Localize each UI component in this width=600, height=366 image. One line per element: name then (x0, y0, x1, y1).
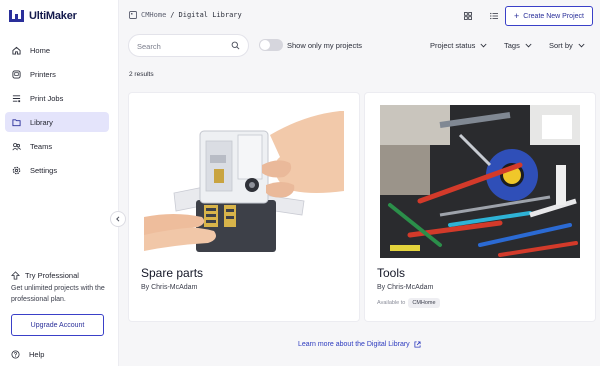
list-view-button[interactable] (488, 10, 500, 22)
my-projects-toggle[interactable] (259, 39, 283, 51)
logo[interactable]: UltiMaker (9, 10, 77, 22)
gear-icon (11, 165, 21, 175)
brand-name: UltiMaker (29, 10, 77, 22)
sidebar-item-label: Print Jobs (30, 93, 64, 103)
project-card-tools[interactable]: Tools By Chris-McAdam Available to CMHom… (365, 93, 595, 321)
project-title: Spare parts (141, 266, 204, 280)
plus-icon: + (514, 10, 520, 21)
upgrade-arrow-icon (11, 271, 20, 280)
learn-more-label: Learn more about the Digital Library (298, 341, 410, 348)
breadcrumb-separator: / (170, 11, 175, 19)
search-input[interactable] (137, 40, 229, 52)
external-link-icon (414, 341, 421, 348)
search-field (128, 34, 249, 57)
project-status-label: Project status (430, 41, 476, 50)
ultimaker-logo-icon (9, 10, 24, 22)
sidebar-item-home[interactable]: Home (5, 40, 109, 60)
chevron-left-icon (116, 216, 120, 222)
breadcrumb-root[interactable]: CMHome (141, 11, 166, 19)
printer-icon (11, 69, 21, 79)
create-new-project-button[interactable]: + Create New Project (505, 6, 593, 26)
view-toggle (462, 10, 500, 22)
help-icon (11, 350, 20, 359)
sidebar-item-settings[interactable]: Settings (5, 160, 109, 180)
organization-icon (129, 11, 137, 19)
sidebar-item-label: Printers (30, 69, 56, 79)
teams-icon (11, 141, 21, 151)
sidebar: UltiMaker Home Printers Print Jobs Libra… (0, 0, 119, 366)
tags-dropdown[interactable]: Tags (504, 41, 532, 50)
sidebar-item-print-jobs[interactable]: Print Jobs (5, 88, 109, 108)
chevron-down-icon (480, 43, 487, 48)
promo-title: Try Professional (25, 271, 79, 280)
collapse-sidebar-button[interactable] (110, 211, 126, 227)
promo-text: Get unlimited projects with the professi… (11, 285, 105, 303)
chevron-down-icon (578, 43, 585, 48)
my-projects-toggle-label: Show only my projects (287, 41, 363, 50)
sidebar-item-teams[interactable]: Teams (5, 136, 109, 156)
create-new-project-label: Create New Project (523, 12, 584, 20)
sidebar-item-library[interactable]: Library (5, 112, 109, 132)
project-title: Tools (377, 266, 406, 280)
help-label: Help (29, 350, 45, 359)
sidebar-item-label: Home (30, 45, 51, 55)
sort-by-label: Sort by (549, 41, 573, 50)
availability-chip: CMHome (408, 298, 440, 308)
tools-photo (380, 105, 580, 258)
library-icon (11, 117, 21, 127)
print-jobs-icon (11, 93, 21, 103)
project-status-dropdown[interactable]: Project status (430, 41, 487, 50)
promo-title-row: Try Professional (11, 271, 109, 280)
home-icon (11, 45, 21, 55)
upgrade-account-button[interactable]: Upgrade Account (11, 314, 104, 336)
upgrade-promo: Try Professional Get unlimited projects … (11, 271, 109, 336)
learn-more-link[interactable]: Learn more about the Digital Library (298, 341, 421, 348)
sort-by-dropdown[interactable]: Sort by (549, 41, 585, 50)
project-owner: By Chris-McAdam (141, 284, 198, 291)
tags-label: Tags (504, 41, 520, 50)
toggle-knob (260, 40, 270, 50)
sidebar-item-label: Library (30, 117, 53, 127)
project-owner: By Chris-McAdam (377, 284, 434, 291)
grid-view-button[interactable] (462, 10, 474, 22)
breadcrumb: CMHome / Digital Library (129, 11, 242, 19)
availability: Available to CMHome (377, 298, 440, 308)
project-thumbnail (380, 105, 580, 258)
sidebar-item-printers[interactable]: Printers (5, 64, 109, 84)
breadcrumb-current: Digital Library (178, 11, 242, 19)
list-icon (490, 12, 498, 20)
grid-icon (464, 12, 472, 20)
sidebar-item-label: Teams (30, 141, 53, 151)
spare-parts-photo (144, 105, 344, 258)
sidebar-item-label: Settings (30, 165, 58, 175)
search-icon (231, 41, 240, 50)
help-link[interactable]: Help (11, 350, 44, 359)
sidebar-nav: Home Printers Print Jobs Library Teams S… (5, 40, 109, 184)
chevron-down-icon (525, 43, 532, 48)
availability-label: Available to (377, 300, 406, 306)
results-count: 2 results (129, 71, 154, 78)
project-card-spare-parts[interactable]: Spare parts By Chris-McAdam (129, 93, 359, 321)
project-thumbnail (144, 105, 344, 258)
